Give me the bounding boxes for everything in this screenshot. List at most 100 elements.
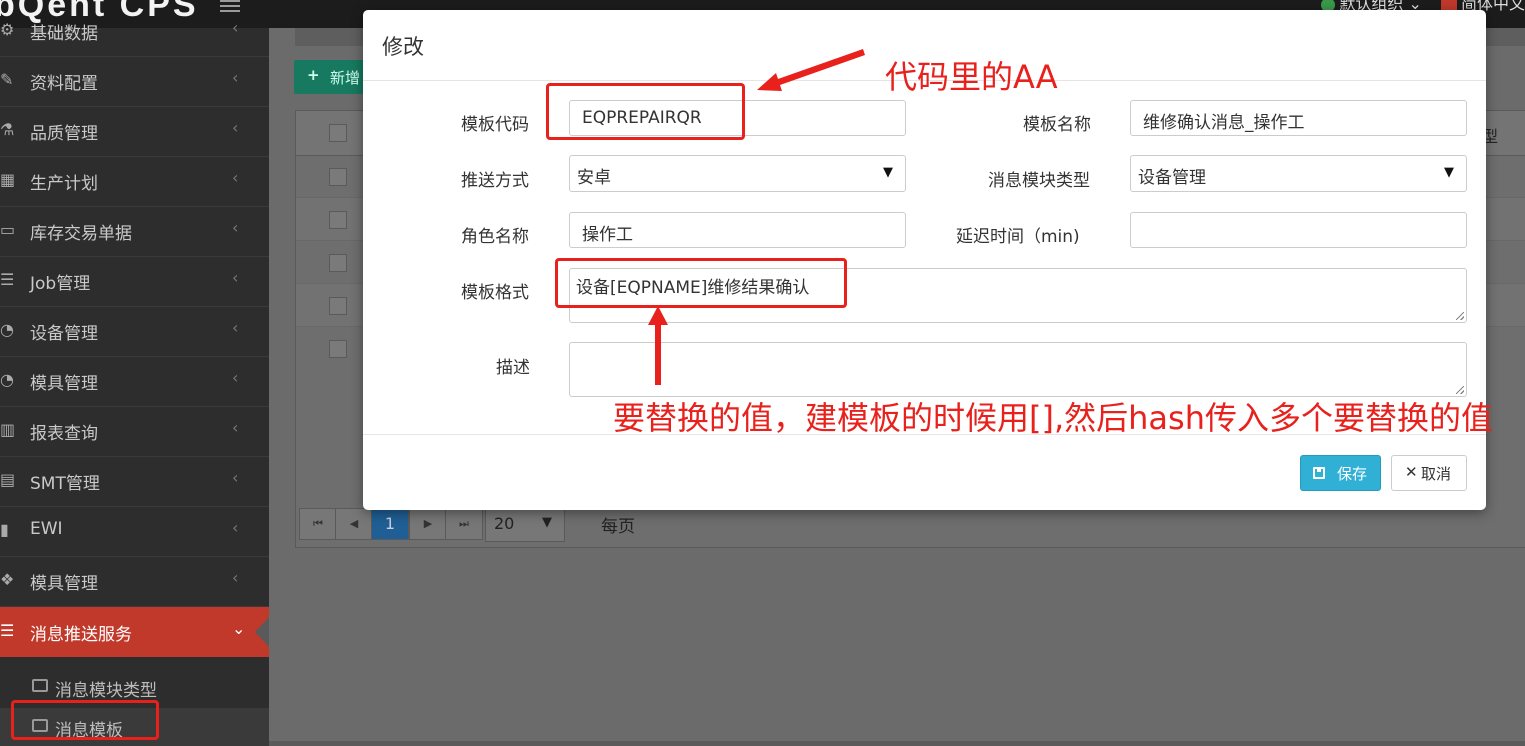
chevron-left-icon: ‹ (232, 118, 239, 137)
sidebar-item-label: 生产计划 (30, 174, 98, 194)
role-name-input[interactable]: 操作工 (569, 212, 906, 248)
row-checkbox[interactable] (329, 254, 347, 272)
sidebar-item-label: EWI (30, 519, 63, 539)
page-size-select[interactable]: 20 ▼ (485, 508, 565, 542)
sidebar-item-label: 基础数据 (30, 24, 98, 44)
sidebar-item-job[interactable]: ☰ Job管理 ‹ (0, 256, 269, 307)
sidebar-item-reports[interactable]: ▥ 报表查询 ‹ (0, 406, 269, 457)
sidebar-item-mold[interactable]: ◔ 模具管理 ‹ (0, 356, 269, 407)
sidebar-item-label: 品质管理 (30, 124, 98, 144)
chip-icon: ▤ (0, 470, 16, 489)
dashboard-icon: ◔ (0, 320, 14, 339)
push-method-select[interactable]: 安卓 ▼ (569, 155, 906, 192)
row-checkbox[interactable] (329, 168, 347, 186)
template-code-label: 模板代码 (461, 115, 529, 135)
sidebar-item-message-push[interactable]: ☰ 消息推送服务 ⌄ (0, 607, 269, 657)
row-checkbox[interactable] (329, 297, 347, 315)
module-type-label: 消息模块类型 (988, 171, 1090, 191)
chevron-down-icon: ⌄ (232, 619, 246, 638)
sidebar-item-mold-2[interactable]: ❖ 模具管理 ‹ (0, 556, 269, 607)
bar-chart-icon: ▥ (0, 420, 16, 439)
sidebar-item-ewi[interactable]: ▮ EWI ‹ (0, 506, 269, 557)
per-page-label: 每页 (601, 517, 635, 537)
delay-label: 延迟时间（min) (956, 227, 1080, 247)
add-button[interactable]: + 新增 (294, 60, 374, 94)
template-name-label: 模板名称 (1023, 115, 1091, 135)
sidebar-subitem-label: 消息模块类型 (55, 681, 157, 701)
annotation-format-note: 要替换的值，建模板的时候用[],然后hash传入多个要替换的值 (613, 399, 1493, 437)
template-format-textarea[interactable]: 设备[EQPNAME]维修结果确认 (569, 268, 1467, 323)
chevron-left-icon: ‹ (232, 518, 239, 537)
chevron-left-icon: ‹ (232, 318, 239, 337)
cubes-icon: ❖ (0, 570, 15, 589)
camera-icon (32, 719, 48, 732)
module-type-select[interactable]: 设备管理 ▼ (1130, 155, 1467, 192)
sidebar-item-basic-data[interactable]: ⚙ 基础数据 ‹ (0, 6, 269, 57)
edit-icon: ✎ (0, 70, 14, 89)
save-button[interactable]: 保存 (1300, 455, 1381, 491)
dashboard-icon: ◔ (0, 370, 14, 389)
sidebar-item-equipment[interactable]: ◔ 设备管理 ‹ (0, 306, 269, 357)
description-label: 描述 (496, 358, 530, 378)
select-all-checkbox[interactable] (329, 124, 347, 142)
sidebar-item-data-config[interactable]: ✎ 资料配置 ‹ (0, 56, 269, 107)
first-page-button[interactable]: ⏮ (299, 508, 337, 540)
server-icon: ☰ (0, 621, 15, 640)
push-method-label: 推送方式 (461, 171, 529, 191)
dropdown-arrow-icon: ▼ (1444, 165, 1454, 180)
close-icon: ✕ (1405, 463, 1418, 481)
annotation-code-note: 代码里的AA (885, 58, 1058, 96)
gear-icon: ⚙ (0, 20, 15, 39)
sidebar-item-label: 模具管理 (30, 574, 98, 594)
sidebar-item-label: 模具管理 (30, 374, 98, 394)
chevron-left-icon: ‹ (232, 568, 239, 587)
chevron-left-icon: ‹ (232, 168, 239, 187)
sidebar-item-smt[interactable]: ▤ SMT管理 ‹ (0, 456, 269, 507)
plus-icon: + (307, 66, 320, 84)
modal-title: 修改 (382, 35, 424, 59)
calendar-icon: ▦ (0, 170, 16, 189)
sidebar-item-label: 报表查询 (30, 424, 98, 444)
file-icon: ▮ (0, 520, 9, 539)
sidebar-item-quality[interactable]: ⚗ 品质管理 ‹ (0, 106, 269, 157)
row-checkbox[interactable] (329, 340, 347, 358)
sidebar-subitem-message-template[interactable]: 消息模板 (0, 708, 269, 746)
dropdown-arrow-icon: ▼ (883, 165, 893, 180)
monitor-icon: ▭ (0, 220, 16, 239)
sidebar-item-label: Job管理 (30, 274, 91, 294)
cancel-button[interactable]: ✕ 取消 (1391, 455, 1467, 491)
floppy-disk-icon (1313, 467, 1325, 479)
chevron-left-icon: ‹ (232, 418, 239, 437)
chevron-left-icon: ‹ (232, 18, 239, 37)
sidebar: ⚙ 基础数据 ‹ ✎ 资料配置 ‹ ⚗ 品质管理 ‹ ▦ 生产计划 ‹ ▭ 库存… (0, 18, 269, 746)
camera-icon (32, 679, 48, 692)
sidebar-item-label: 库存交易单据 (30, 224, 132, 244)
delay-input[interactable] (1130, 212, 1467, 248)
chevron-left-icon: ‹ (232, 68, 239, 87)
sidebar-item-label: 设备管理 (30, 324, 98, 344)
next-page-button[interactable]: ▶ (409, 508, 447, 540)
current-page[interactable]: 1 (371, 508, 409, 540)
template-format-label: 模板格式 (461, 283, 529, 303)
row-checkbox[interactable] (329, 211, 347, 229)
template-name-input[interactable]: 维修确认消息_操作工 (1130, 100, 1467, 136)
sidebar-item-production-plan[interactable]: ▦ 生产计划 ‹ (0, 156, 269, 207)
sidebar-subitem-module-type[interactable]: 消息模块类型 (0, 668, 269, 706)
role-name-label: 角色名称 (461, 227, 529, 247)
chevron-left-icon: ‹ (232, 218, 239, 237)
sidebar-subitem-label: 消息模板 (55, 721, 123, 741)
sidebar-item-label: 资料配置 (30, 74, 98, 94)
resize-handle[interactable] (1456, 312, 1464, 320)
chevron-left-icon: ‹ (232, 268, 239, 287)
template-code-input[interactable]: EQPREPAIRQR (569, 100, 906, 136)
last-page-button[interactable]: ⏭ (445, 508, 483, 540)
chevron-left-icon: ‹ (232, 468, 239, 487)
chevron-left-icon: ‹ (232, 368, 239, 387)
sidebar-item-label: 消息推送服务 (30, 625, 132, 645)
active-indicator (255, 617, 269, 647)
dropdown-arrow-icon: ▼ (542, 515, 552, 530)
sidebar-item-inventory[interactable]: ▭ 库存交易单据 ‹ (0, 206, 269, 257)
prev-page-button[interactable]: ◀ (335, 508, 373, 540)
sidebar-item-label: SMT管理 (30, 474, 100, 494)
description-textarea[interactable] (569, 342, 1467, 397)
